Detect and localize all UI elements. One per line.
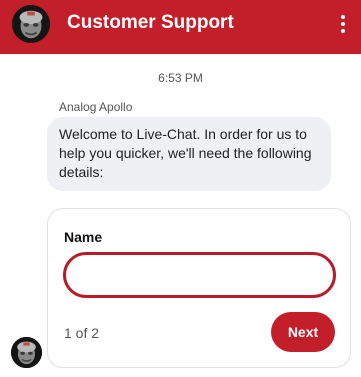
chat-header: Customer Support [0,0,361,54]
step-indicator: 1 of 2 [64,325,100,341]
agent-avatar-small [11,337,42,368]
details-form-card: Name 1 of 2 Next [47,208,351,368]
agent-avatar [12,5,50,43]
menu-dot [341,15,345,19]
agent-avatar-image [12,5,50,43]
message-timestamp: 6:53 PM [158,71,203,85]
message-text: Welcome to Live-Chat. In order for us to… [59,126,312,180]
next-button[interactable]: Next [271,312,335,352]
name-field-label: Name [64,229,103,245]
message-bubble: Welcome to Live-Chat. In order for us to… [47,117,331,191]
header-title: Customer Support [67,12,234,33]
chat-widget: Customer Support 6:53 PM Analog Apollo W… [0,0,361,377]
agent-avatar-small-image [11,337,42,368]
menu-dot [341,22,345,26]
more-vertical-icon[interactable] [333,11,353,37]
name-input[interactable] [63,252,336,298]
sender-name: Analog Apollo [59,100,133,114]
menu-dot [341,29,345,33]
